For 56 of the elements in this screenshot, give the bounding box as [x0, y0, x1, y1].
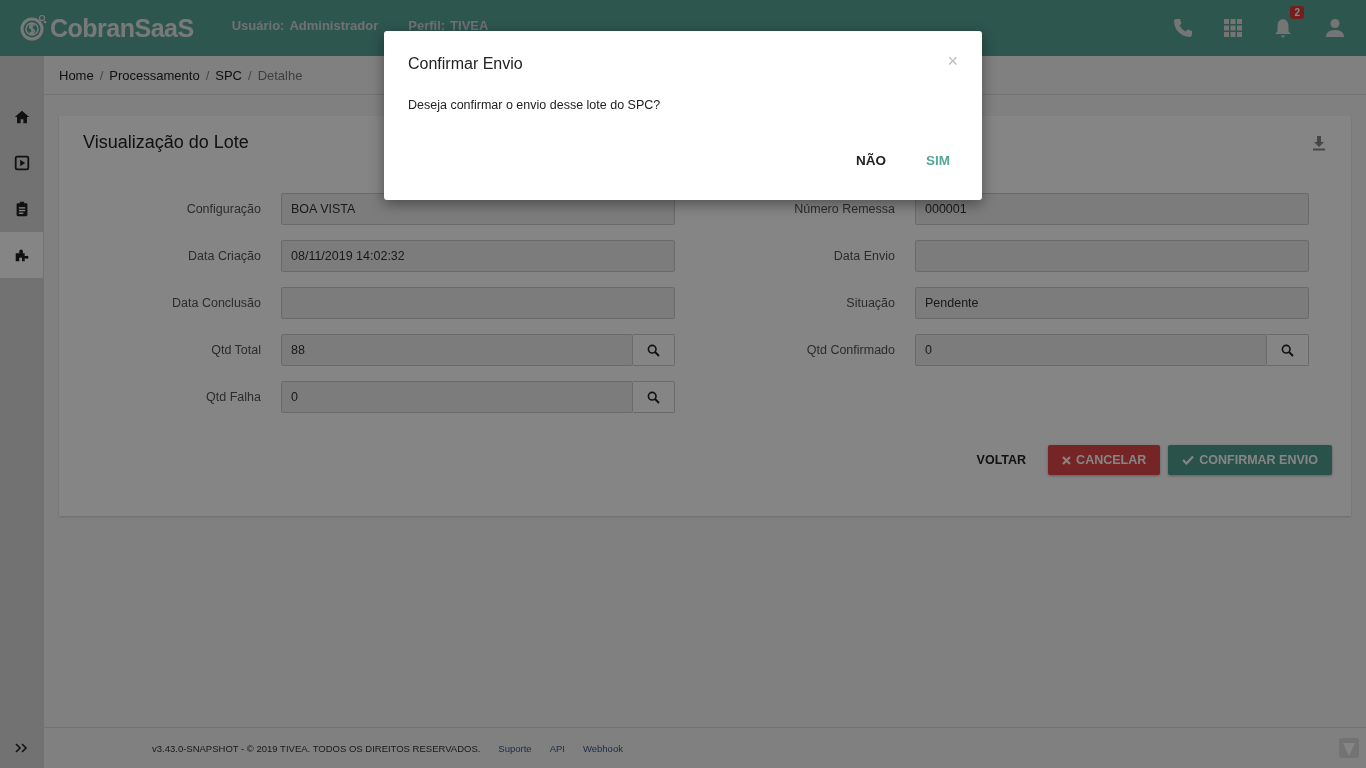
- input-field[interactable]: 0: [281, 381, 633, 413]
- search-button[interactable]: [633, 381, 675, 413]
- yes-button[interactable]: SIM: [910, 147, 966, 174]
- check-icon: [1182, 455, 1195, 465]
- footer-link[interactable]: API: [549, 742, 565, 754]
- download-icon[interactable]: [1311, 134, 1327, 151]
- footer-link[interactable]: Suporte: [498, 742, 532, 754]
- dialog-message: Deseja confirmar o envio desse lote do SPC?: [408, 98, 662, 112]
- card-title: Visualização do Lote: [83, 132, 249, 153]
- input-field[interactable]: [915, 240, 1309, 272]
- play-icon: [12, 154, 31, 172]
- field-label: Data Conclusão: [171, 296, 262, 310]
- search-button[interactable]: [1267, 334, 1309, 366]
- no-button[interactable]: NÃO: [840, 147, 902, 174]
- field-label: Qtd Confirmado: [805, 343, 896, 357]
- input-field[interactable]: 000001: [915, 193, 1309, 225]
- input-field[interactable]: 0: [915, 334, 1267, 366]
- breadcrumb-item[interactable]: SPC: [215, 67, 242, 83]
- field-label: Qtd Total: [210, 343, 262, 357]
- double-chevron-icon[interactable]: [14, 743, 29, 753]
- search-icon: [1281, 343, 1294, 357]
- breadcrumb-item[interactable]: Processamento: [109, 67, 200, 83]
- input-field[interactable]: 08/11/2019 14:02:32: [281, 240, 675, 272]
- user-label: Usuário:: [231, 17, 285, 33]
- profile-label: Perfil:: [408, 17, 446, 33]
- search-icon: [647, 390, 660, 404]
- profile-name: TIVEA: [450, 17, 489, 33]
- field-label: Data Criação: [187, 249, 262, 263]
- x-icon: [1062, 455, 1072, 465]
- home-icon: [12, 108, 31, 126]
- user-name: Administrador: [289, 17, 379, 33]
- cancel-button[interactable]: CANCELAR: [1048, 445, 1161, 475]
- field-label: Data Envio: [832, 249, 896, 263]
- back-button[interactable]: VOLTAR: [962, 445, 1041, 475]
- breadcrumb-separator: /: [205, 67, 210, 83]
- sidebar-item[interactable]: [0, 232, 43, 278]
- input-field[interactable]: Pendente: [915, 287, 1309, 319]
- breadcrumb-separator: /: [99, 67, 104, 83]
- breadcrumb-separator: /: [248, 67, 252, 83]
- search-icon: [647, 343, 660, 357]
- footer-link[interactable]: Webhook: [582, 742, 623, 754]
- confirm-button[interactable]: CONFIRMAR ENVIO: [1168, 445, 1332, 475]
- dialog-title: Confirmar Envio: [408, 55, 523, 73]
- field-label: Situação: [845, 296, 896, 310]
- notification-count: 2: [1290, 6, 1304, 19]
- field-label: Qtd Falha: [205, 390, 262, 404]
- field-label: Configuração: [185, 202, 262, 216]
- input-field[interactable]: [281, 287, 675, 319]
- logo-icon: [20, 14, 48, 42]
- breadcrumb-item[interactable]: Home: [59, 67, 94, 83]
- breadcrumb-item: Detalhe: [257, 67, 303, 83]
- input-field[interactable]: 88: [281, 334, 633, 366]
- app-logo: CobranSaaS: [50, 13, 194, 43]
- field-label: Número Remessa: [793, 202, 896, 216]
- copyright-text: v3.43.0-SNAPSHOT - © 2019 TIVEA. TODOS OS DIREITOS RESERVADOS.: [152, 742, 481, 754]
- search-button[interactable]: [633, 334, 675, 366]
